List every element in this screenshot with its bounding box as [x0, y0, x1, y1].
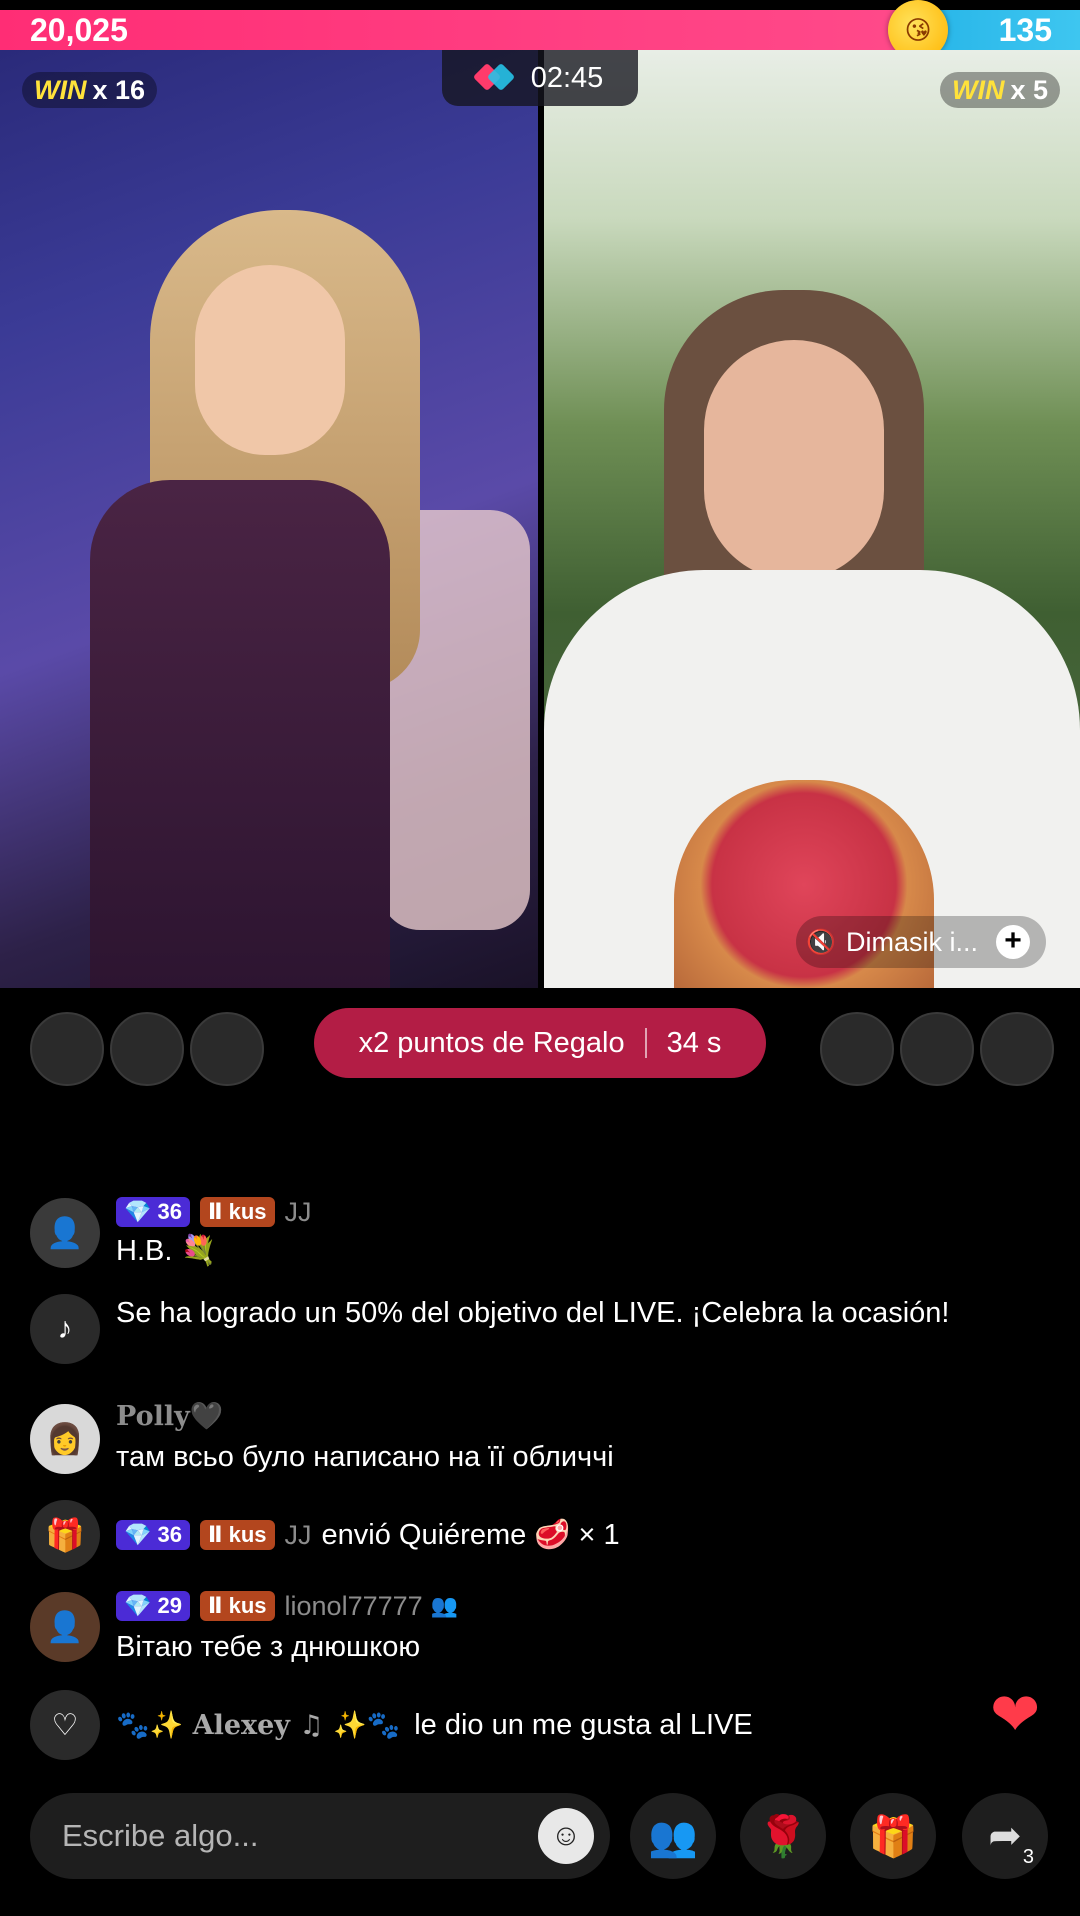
win-count: x 5 [1010, 74, 1048, 105]
battle-icon [472, 62, 515, 92]
message-text: Н.В. 💐 [116, 1235, 217, 1267]
message-meta: Polly🖤 [116, 1400, 223, 1432]
top-gifter-avatar[interactable] [110, 1012, 184, 1086]
guest-name-tag[interactable]: 🔇 Dimasik i... + [796, 916, 1047, 968]
timer-text: 02:45 [530, 61, 604, 94]
follow-plus-icon[interactable]: + [996, 925, 1031, 959]
win-streak-right: WIN x 5 [939, 72, 1060, 108]
user-avatar[interactable]: 👤 [30, 1198, 100, 1268]
username[interactable]: 🐾✨ Alexey ♫ ✨🐾 [116, 1709, 400, 1741]
team-badge: Ⅱ kus [200, 1591, 275, 1621]
level-badge: 💎 29 [116, 1591, 190, 1621]
guest-face-shape [704, 340, 884, 580]
level-badge: 💎 36 [116, 1197, 190, 1227]
username[interactable]: JJ [285, 1520, 312, 1551]
chat-message-gift[interactable]: 🎁 💎 36 Ⅱ kus JJ envió Quiéreme 🥩 × 1 [30, 1500, 1030, 1572]
score-right: 135 [998, 12, 1052, 48]
video-left-host[interactable] [0, 50, 538, 988]
gift-meta: 💎 36 Ⅱ kus JJ envió Quiéreme 🥩 × 1 [116, 1519, 620, 1551]
username[interactable]: JJ [285, 1197, 312, 1228]
user-avatar[interactable]: 👩 [30, 1404, 100, 1474]
battle-timer: 02:45 [442, 50, 638, 106]
floating-heart-icon: ❤ [990, 1681, 1041, 1748]
team-badge: Ⅱ kus [200, 1520, 275, 1550]
share-button[interactable]: ➦ 3 [962, 1793, 1048, 1879]
score-left: 20,025 [30, 12, 128, 48]
win-label: WIN [951, 74, 1005, 105]
battle-bar-left [0, 10, 918, 50]
muted-speaker-icon: 🔇 [806, 928, 836, 956]
share-arrow-icon: ➦ [988, 1814, 1022, 1858]
video-right-guest[interactable] [544, 50, 1080, 988]
win-streak-left: WIN x 16 [22, 72, 158, 108]
multiplier-seconds: 34 s [666, 1026, 722, 1059]
user-avatar[interactable]: 👤 [30, 1592, 100, 1662]
top-gifter-avatar[interactable] [980, 1012, 1054, 1086]
comment-input[interactable]: Escribe algo... ☺ [30, 1793, 610, 1879]
rose-gift-button[interactable]: 🌹 [740, 1793, 826, 1879]
chat-message[interactable]: 👩 Polly🖤 там всьо було написано на її об… [30, 1400, 1030, 1480]
moderator-icon: 👥 [430, 1593, 459, 1618]
users-icon: 👥 [648, 1814, 698, 1859]
gift-multiplier-banner[interactable]: x2 puntos de Regalo 34 s [314, 1008, 766, 1078]
divider [644, 1028, 647, 1058]
comment-placeholder: Escribe algo... [62, 1818, 259, 1853]
gift-icon: 🎁 [868, 1814, 918, 1859]
message-meta: 💎 29 Ⅱ kus lionol77777 👥 [116, 1590, 458, 1622]
gift-text: envió Quiéreme 🥩 × 1 [321, 1519, 620, 1551]
top-gifter-avatar[interactable] [820, 1012, 894, 1086]
multi-guest-button[interactable]: 👥 [630, 1793, 716, 1879]
gift-box-icon: 🎁 [30, 1500, 100, 1570]
message-meta: 💎 36 Ⅱ kus JJ [116, 1196, 312, 1228]
gift-button[interactable]: 🎁 [850, 1793, 936, 1879]
guest-name: Dimasik i... [846, 926, 979, 957]
host-face-shape [195, 265, 345, 455]
level-badge: 💎 36 [116, 1520, 190, 1550]
rose-icon: 🌹 [758, 1814, 808, 1859]
heart-outline-icon: ♡ [30, 1690, 100, 1760]
chat-message[interactable]: 👤 💎 29 Ⅱ kus lionol77777 👥 Вітаю тебе з … [30, 1590, 1030, 1670]
tiktok-logo-icon: ♪ [30, 1294, 100, 1364]
share-count: 3 [1022, 1846, 1034, 1868]
system-message-text: Se ha logrado un 50% del objetivo del LI… [116, 1297, 950, 1329]
message-text: там всьо було написано на її обличчі [116, 1441, 614, 1473]
like-meta: 🐾✨ Alexey ♫ ✨🐾 le dio un me gusta al LIV… [116, 1708, 753, 1742]
chat-message-system: ♪ Se ha logrado un 50% del objetivo del … [30, 1292, 1030, 1382]
chat-message[interactable]: 👤 💎 36 Ⅱ kus JJ Н.В. 💐 [30, 1196, 1030, 1276]
top-gifter-avatar[interactable] [190, 1012, 264, 1086]
win-count: x 16 [92, 74, 146, 105]
username[interactable]: Polly🖤 [116, 1400, 223, 1432]
message-text: Вітаю тебе з днюшкою [116, 1631, 421, 1663]
win-label: WIN [34, 74, 87, 105]
like-text: le dio un me gusta al LIVE [414, 1708, 753, 1741]
chat-message-like[interactable]: ♡ 🐾✨ Alexey ♫ ✨🐾 le dio un me gusta al L… [30, 1690, 1030, 1762]
team-badge: Ⅱ kus [200, 1197, 275, 1227]
username[interactable]: lionol77777 [285, 1591, 423, 1622]
emoji-icon[interactable]: ☺ [538, 1808, 594, 1864]
host-dress-shape [90, 480, 390, 988]
top-gifter-avatar[interactable] [30, 1012, 104, 1086]
top-gifter-avatar[interactable] [900, 1012, 974, 1086]
multiplier-label: x2 puntos de Regalo [358, 1026, 625, 1059]
